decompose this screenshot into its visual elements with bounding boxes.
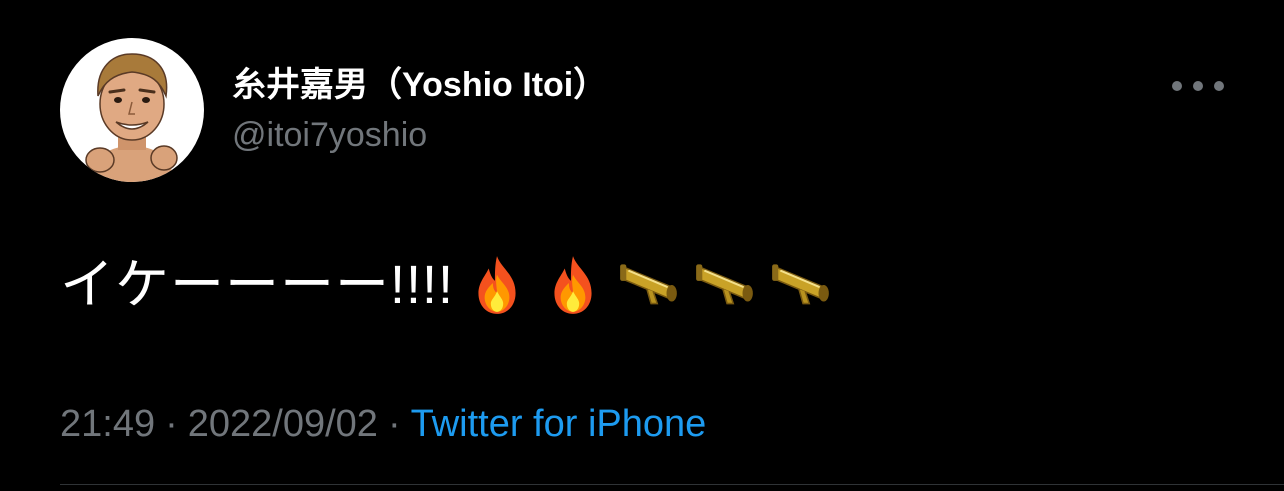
avatar[interactable]	[60, 38, 204, 182]
tweet-source-link[interactable]: Twitter for iPhone	[411, 403, 707, 445]
more-horizontal-icon	[1214, 81, 1224, 91]
more-options-button[interactable]	[1172, 72, 1224, 100]
tweet-text: イケーーーー!!!!	[60, 255, 455, 315]
more-horizontal-icon	[1172, 81, 1182, 91]
fire-emoji	[540, 252, 606, 318]
meta-separator: ·	[165, 403, 178, 445]
tweet-body: イケーーーー!!!!	[60, 248, 834, 322]
megaphone-emoji	[616, 252, 682, 318]
meta-separator: ·	[387, 403, 401, 445]
fire-emoji	[464, 252, 530, 318]
megaphone-emoji	[768, 252, 834, 318]
avatar-illustration	[85, 53, 178, 182]
user-handle[interactable]: @itoi7yoshio	[232, 114, 427, 156]
tweet-date[interactable]: 2022/09/02	[188, 403, 378, 445]
divider	[60, 484, 1284, 485]
megaphone-emoji	[692, 252, 758, 318]
tweet-time[interactable]: 21:49	[60, 403, 155, 445]
tweet-meta: 21:49 · 2022/09/02 · Twitter for iPhone	[60, 400, 706, 448]
display-name[interactable]: 糸井嘉男（Yoshio Itoi）	[232, 64, 607, 106]
more-horizontal-icon	[1193, 81, 1203, 91]
